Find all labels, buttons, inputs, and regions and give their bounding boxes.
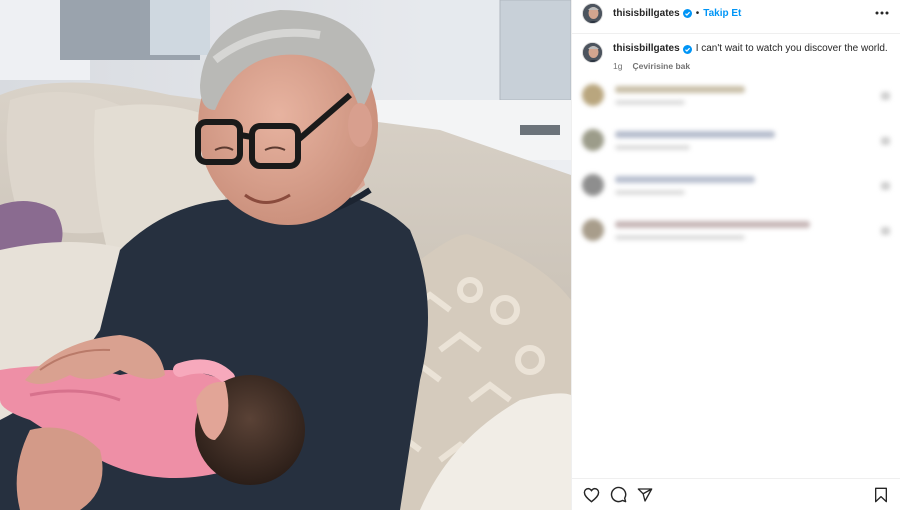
comment-like-icon[interactable] xyxy=(881,227,890,235)
heart-icon[interactable] xyxy=(582,486,600,504)
comment-item[interactable] xyxy=(582,129,892,174)
caption-avatar[interactable] xyxy=(582,42,603,63)
header-divider xyxy=(572,33,900,34)
caption-text: I can't wait to watch you discover the w… xyxy=(695,43,888,54)
send-icon[interactable] xyxy=(636,486,654,504)
post-side-panel: thisisbillgates • Takip Et thisisbillgat… xyxy=(571,0,900,510)
post-action-bar xyxy=(572,478,900,510)
comment-like-icon[interactable] xyxy=(881,182,890,190)
bookmark-icon[interactable] xyxy=(872,486,890,504)
comment-list xyxy=(582,84,892,264)
author-username[interactable]: thisisbillgates xyxy=(613,8,680,19)
more-options-icon[interactable] xyxy=(874,5,890,21)
comment-item[interactable] xyxy=(582,174,892,219)
comment-avatar xyxy=(582,219,604,241)
comment-item[interactable] xyxy=(582,219,892,264)
comment-avatar xyxy=(582,84,604,106)
avatar-image xyxy=(583,43,602,62)
comment-avatar xyxy=(582,174,604,196)
verified-badge-icon xyxy=(682,8,692,18)
header-separator: • xyxy=(695,7,700,19)
author-avatar[interactable] xyxy=(582,2,603,24)
post-photo[interactable] xyxy=(0,0,571,510)
caption-username[interactable]: thisisbillgates xyxy=(613,42,680,56)
comment-item[interactable] xyxy=(582,84,892,129)
comment-icon[interactable] xyxy=(609,486,627,504)
comment-like-icon[interactable] xyxy=(881,137,890,145)
follow-button[interactable]: Takip Et xyxy=(703,8,741,19)
post-image xyxy=(0,0,571,510)
post-caption: thisisbillgates I can't wait to watch yo… xyxy=(582,42,890,71)
verified-badge-icon xyxy=(682,44,692,54)
post-header: thisisbillgates • Takip Et xyxy=(582,1,890,25)
see-translation-link[interactable]: Çevirisine bak xyxy=(632,61,690,71)
comment-like-icon[interactable] xyxy=(881,92,890,100)
post-timestamp[interactable]: 1g xyxy=(613,61,622,71)
avatar-image xyxy=(583,3,602,23)
comment-avatar xyxy=(582,129,604,151)
